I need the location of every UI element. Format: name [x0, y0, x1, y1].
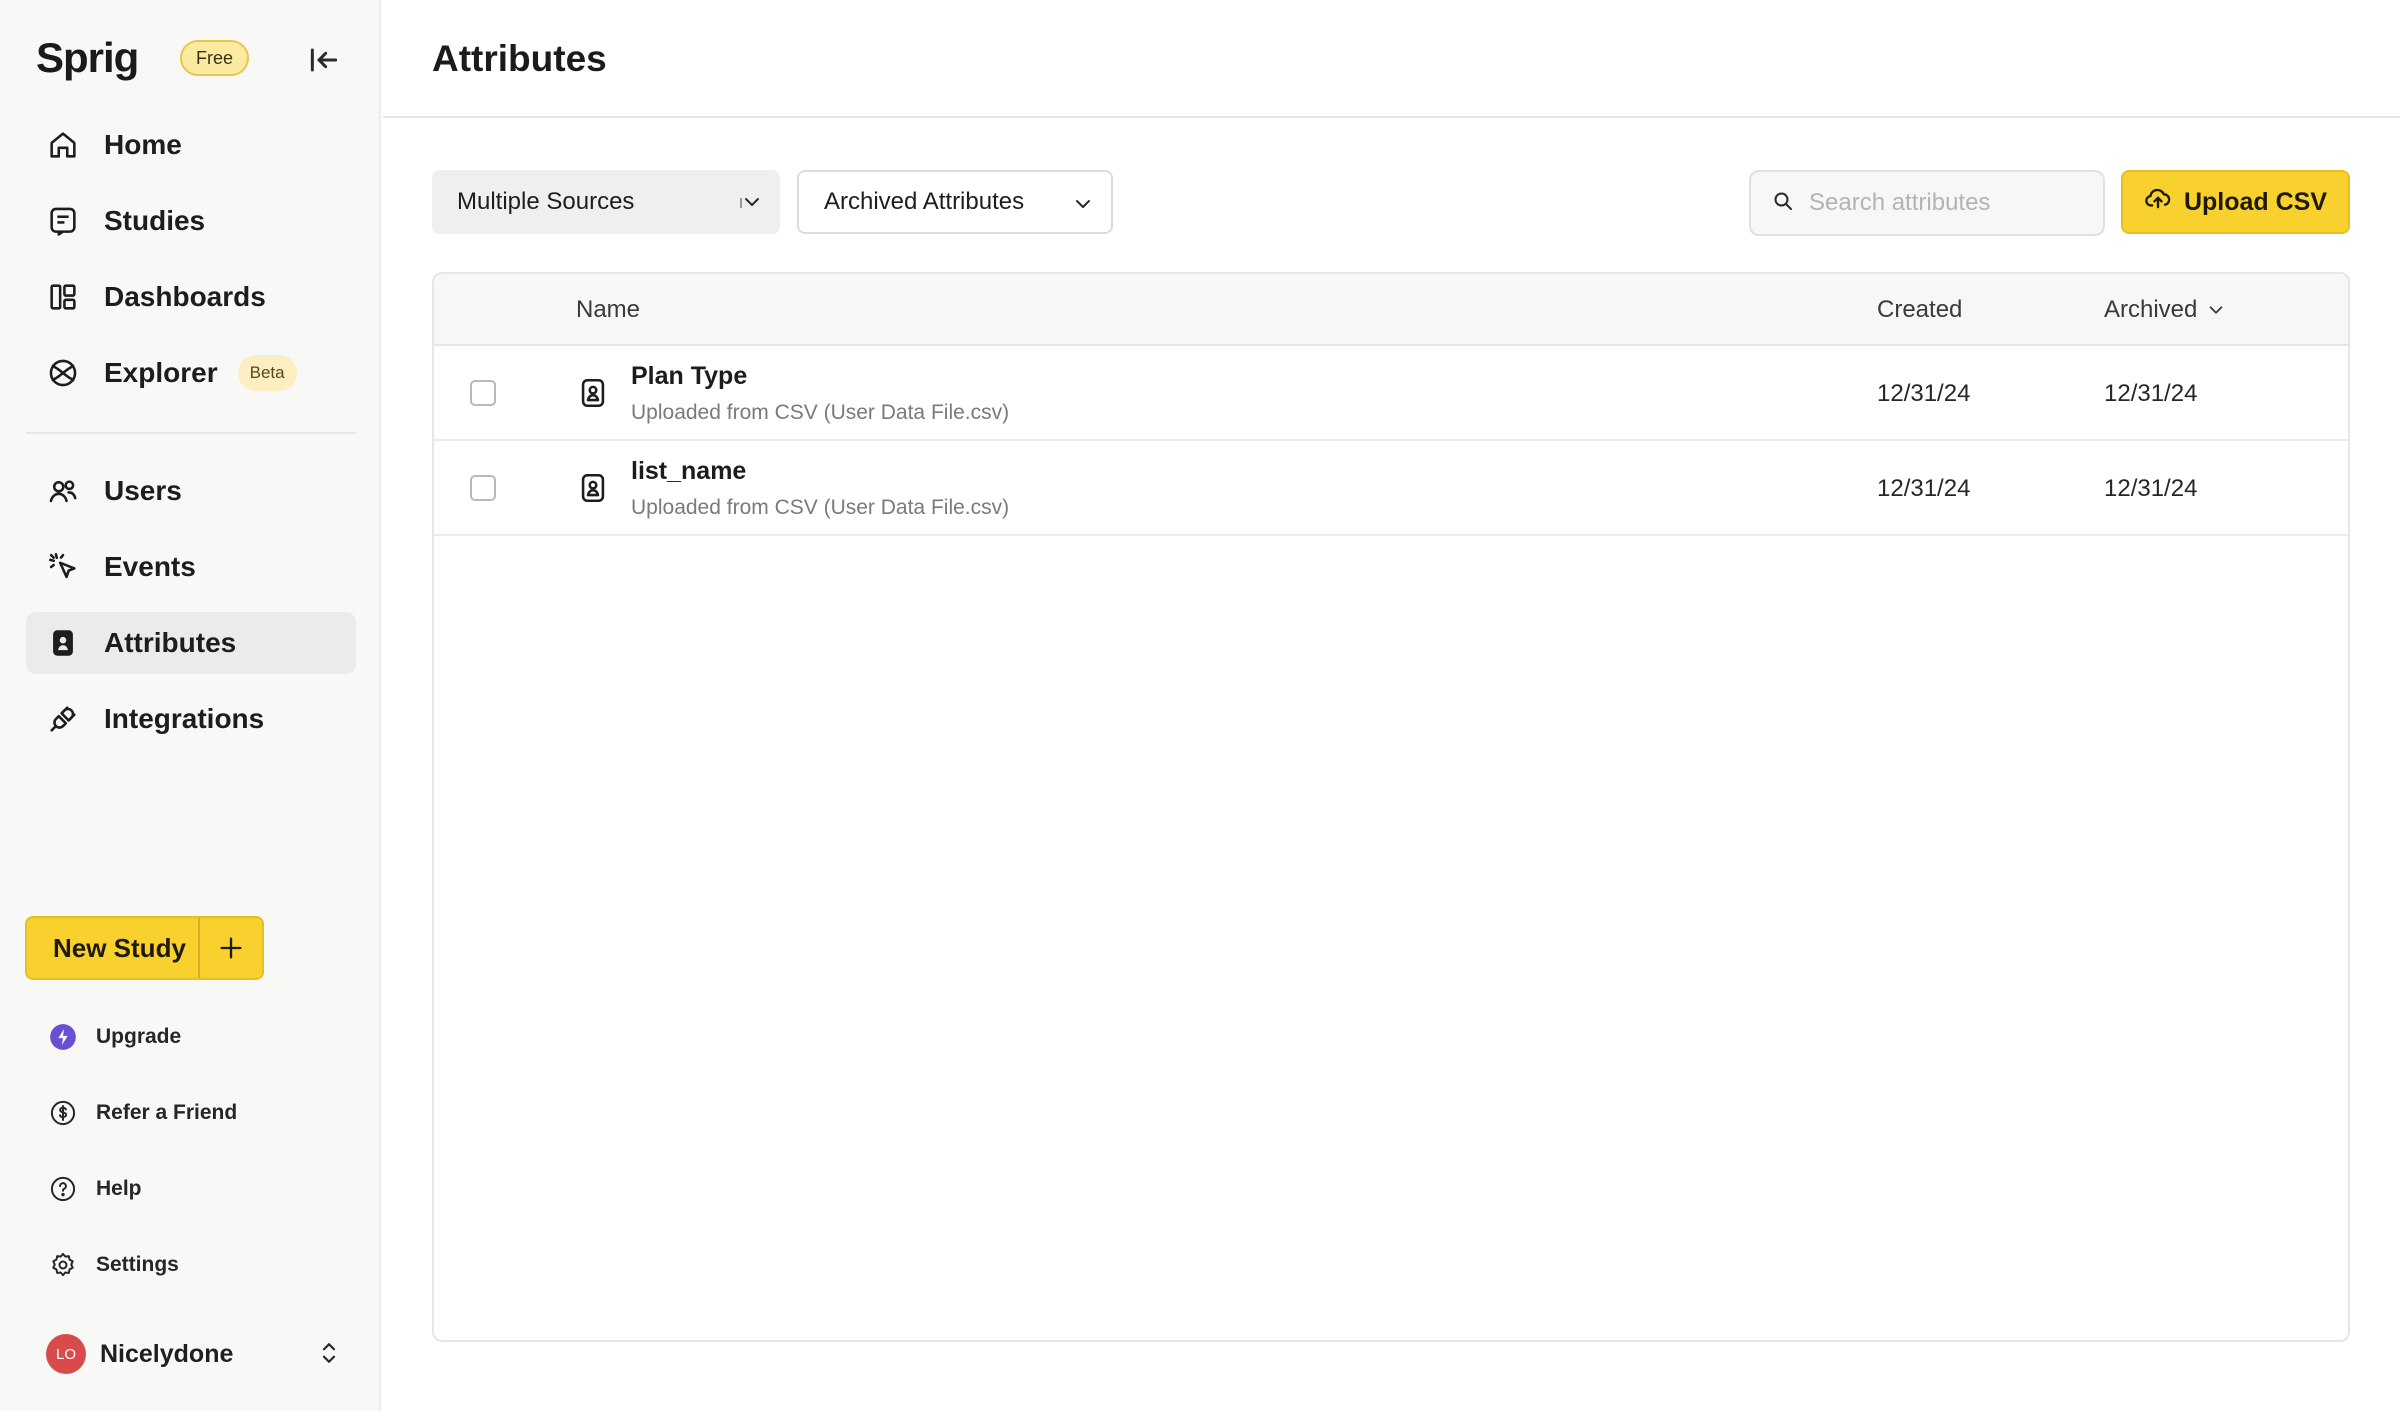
new-study-add-button[interactable]	[198, 918, 262, 978]
created-date: 12/31/24	[1877, 380, 1971, 407]
profile-switcher[interactable]: LO Nicelydone	[46, 1330, 346, 1378]
workspace-name: Nicelydone	[100, 1339, 234, 1368]
sort-chevron-down-icon	[2209, 306, 2223, 314]
integrations-icon	[46, 702, 80, 736]
nav-label: Studies	[104, 205, 206, 236]
plan-badge: Free	[180, 40, 250, 76]
nav-label: Attributes	[104, 627, 237, 658]
nav-item-integrations[interactable]: Integrations	[26, 688, 356, 750]
search-icon	[1771, 189, 1795, 218]
upload-csv-button[interactable]: Upload CSV	[2121, 170, 2350, 234]
attributes-icon	[46, 626, 80, 660]
nav-item-studies[interactable]: Studies	[26, 190, 356, 252]
page-title: Attributes	[432, 38, 607, 79]
collapse-left-icon	[310, 48, 338, 72]
nav-label: Dashboards	[104, 281, 266, 312]
chevron-down-icon	[1071, 192, 1095, 223]
avatar: LO	[46, 1334, 86, 1374]
column-header-name[interactable]: Name	[576, 296, 640, 324]
new-study-button-group: New Study	[25, 916, 264, 980]
settings-icon	[46, 1248, 80, 1282]
refer-a-friend-link[interactable]: Refer a Friend	[46, 1075, 346, 1151]
upgrade-link[interactable]: Upgrade	[46, 999, 346, 1075]
util-label: Refer a Friend	[96, 1101, 238, 1124]
column-header-archived-label: Archived	[2104, 296, 2198, 323]
attribute-name[interactable]: Plan Type	[631, 362, 747, 391]
help-link[interactable]: Help	[46, 1151, 346, 1227]
nav-item-attributes[interactable]: Attributes	[26, 612, 356, 674]
cloud-upload-icon	[2144, 185, 2172, 220]
attribute-user-icon	[576, 376, 610, 415]
plus-icon	[220, 937, 242, 959]
table-row[interactable]: list_name Uploaded from CSV (User Data F…	[434, 441, 2348, 536]
util-label: Help	[96, 1177, 142, 1200]
attribute-name[interactable]: list_name	[631, 457, 746, 486]
secondary-nav: Users Events Attributes Integrations	[26, 460, 356, 764]
table-header: Name Created Archived	[434, 274, 2348, 346]
utility-links: Upgrade Refer a Friend Help Settings	[46, 999, 346, 1303]
sidebar: Sprig Free Home Studies Dashboards Explo…	[0, 0, 381, 1411]
nav-label: Home	[104, 129, 182, 160]
dashboards-icon	[46, 280, 80, 314]
column-header-archived[interactable]: Archived	[2104, 296, 2227, 324]
brand-row: Sprig Free	[36, 30, 356, 86]
util-label: Settings	[96, 1253, 179, 1276]
attributes-table: Name Created Archived Plan Type Uploaded…	[432, 272, 2350, 1342]
source-select[interactable]: Multiple Sources	[432, 170, 780, 234]
nav-label: Events	[104, 551, 196, 582]
column-header-created[interactable]: Created	[1877, 296, 1962, 324]
dollar-icon	[46, 1096, 80, 1130]
upload-csv-label: Upload CSV	[2183, 187, 2328, 216]
attribute-source: Uploaded from CSV (User Data File.csv)	[631, 496, 1010, 519]
nav-divider	[26, 432, 356, 434]
nav-item-events[interactable]: Events	[26, 536, 356, 598]
beta-badge: Beta	[237, 355, 297, 391]
studies-icon	[46, 204, 80, 238]
nav-label: Users	[104, 475, 182, 506]
row-checkbox[interactable]	[470, 380, 496, 406]
created-date: 12/31/24	[1877, 475, 1971, 502]
nav-item-dashboards[interactable]: Dashboards	[26, 266, 356, 328]
attribute-source: Uploaded from CSV (User Data File.csv)	[631, 401, 1010, 424]
help-icon	[46, 1172, 80, 1206]
explorer-icon	[46, 356, 80, 390]
attribute-user-icon	[576, 471, 610, 510]
users-icon	[46, 474, 80, 508]
archived-date: 12/31/24	[2104, 475, 2198, 502]
search-box	[1749, 170, 2105, 236]
home-icon	[46, 128, 80, 162]
nav-item-users[interactable]: Users	[26, 460, 356, 522]
row-checkbox[interactable]	[470, 475, 496, 501]
table-row[interactable]: Plan Type Uploaded from CSV (User Data F…	[434, 346, 2348, 441]
nav-label: Integrations	[104, 703, 265, 734]
primary-nav: Home Studies Dashboards Explorer Beta	[26, 114, 356, 418]
status-select-value: Archived Attributes	[824, 188, 1025, 215]
chevron-up-down-icon	[314, 1338, 344, 1373]
page-header: Attributes	[383, 0, 2400, 118]
source-select-value: Multiple Sources	[457, 188, 635, 215]
events-icon	[46, 550, 80, 584]
chevron-down-icon	[740, 190, 764, 221]
sprig-logo[interactable]: Sprig	[36, 34, 139, 82]
settings-link[interactable]: Settings	[46, 1227, 346, 1303]
nav-item-explorer[interactable]: Explorer Beta	[26, 342, 356, 404]
nav-item-home[interactable]: Home	[26, 114, 356, 176]
archived-date: 12/31/24	[2104, 380, 2198, 407]
main-content: Attributes Multiple Sources Archived Att…	[383, 0, 2400, 1411]
util-label: Upgrade	[96, 1025, 182, 1048]
new-study-button[interactable]: New Study	[27, 933, 198, 964]
status-select[interactable]: Archived Attributes	[797, 170, 1113, 234]
collapse-sidebar-button[interactable]	[304, 40, 344, 80]
upgrade-icon	[46, 1020, 80, 1054]
nav-label: Explorer	[104, 357, 218, 388]
search-input[interactable]	[1809, 189, 2089, 217]
